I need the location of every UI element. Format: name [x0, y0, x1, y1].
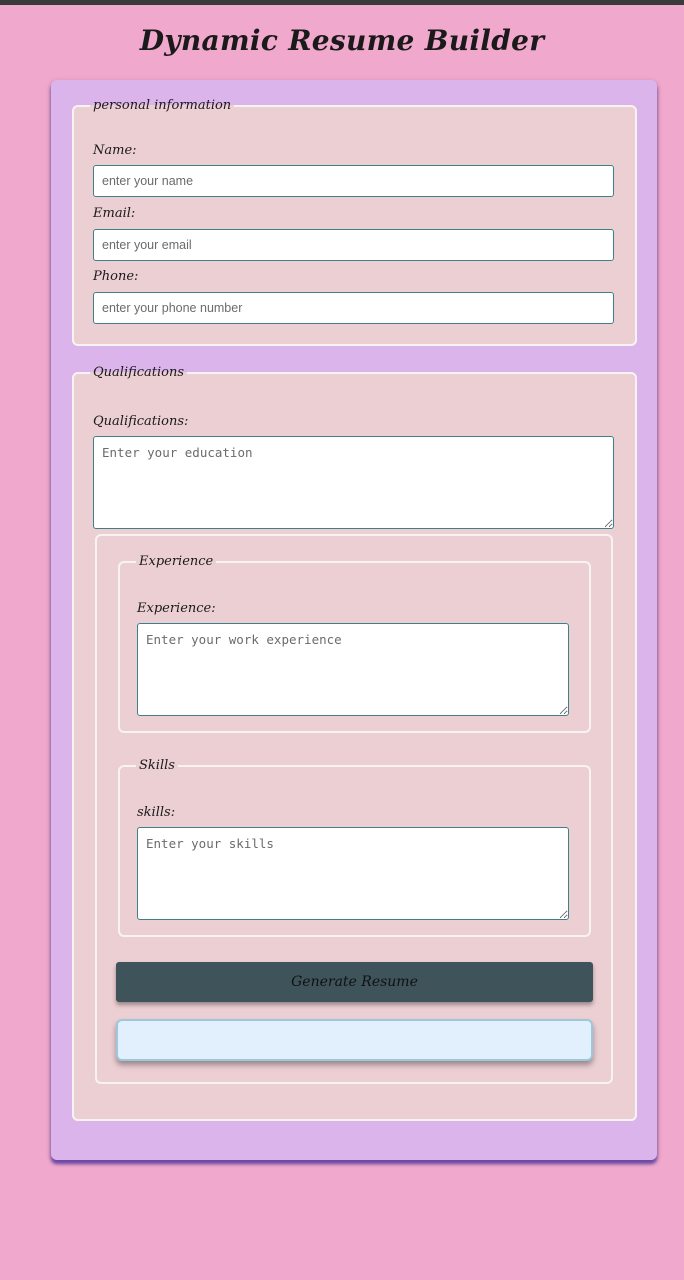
top-bar — [0, 0, 684, 5]
experience-legend: Experience — [139, 554, 214, 569]
skills-label: skills: — [137, 805, 176, 820]
email-input[interactable] — [93, 229, 614, 261]
personal-info-legend: personal information — [93, 98, 232, 113]
page-title: Dynamic Resume Builder — [139, 24, 545, 57]
phone-label: Phone: — [93, 269, 139, 284]
experience-fieldset: Experience Experience: — [118, 554, 591, 733]
experience-label: Experience: — [137, 601, 216, 616]
personal-info-fieldset: personal information Name: Email: Phone: — [72, 98, 637, 346]
resume-output-box — [116, 1019, 593, 1061]
qualifications-label: Qualifications: — [93, 414, 189, 429]
skills-fieldset: Skills skills: — [118, 758, 591, 937]
qualifications-fieldset: Qualifications Qualifications: Experienc… — [72, 365, 637, 1121]
skills-textarea[interactable] — [137, 827, 569, 920]
generate-resume-button[interactable]: Generate Resume — [116, 962, 593, 1002]
skills-legend: Skills — [139, 758, 175, 773]
experience-textarea[interactable] — [137, 623, 569, 716]
qualifications-textarea[interactable] — [93, 436, 614, 529]
resume-form-card: personal information Name: Email: Phone:… — [51, 80, 657, 1160]
qualifications-legend: Qualifications — [93, 365, 185, 380]
name-label: Name: — [93, 143, 137, 158]
phone-input[interactable] — [93, 292, 614, 324]
name-input[interactable] — [93, 165, 614, 197]
email-label: Email: — [93, 206, 136, 221]
